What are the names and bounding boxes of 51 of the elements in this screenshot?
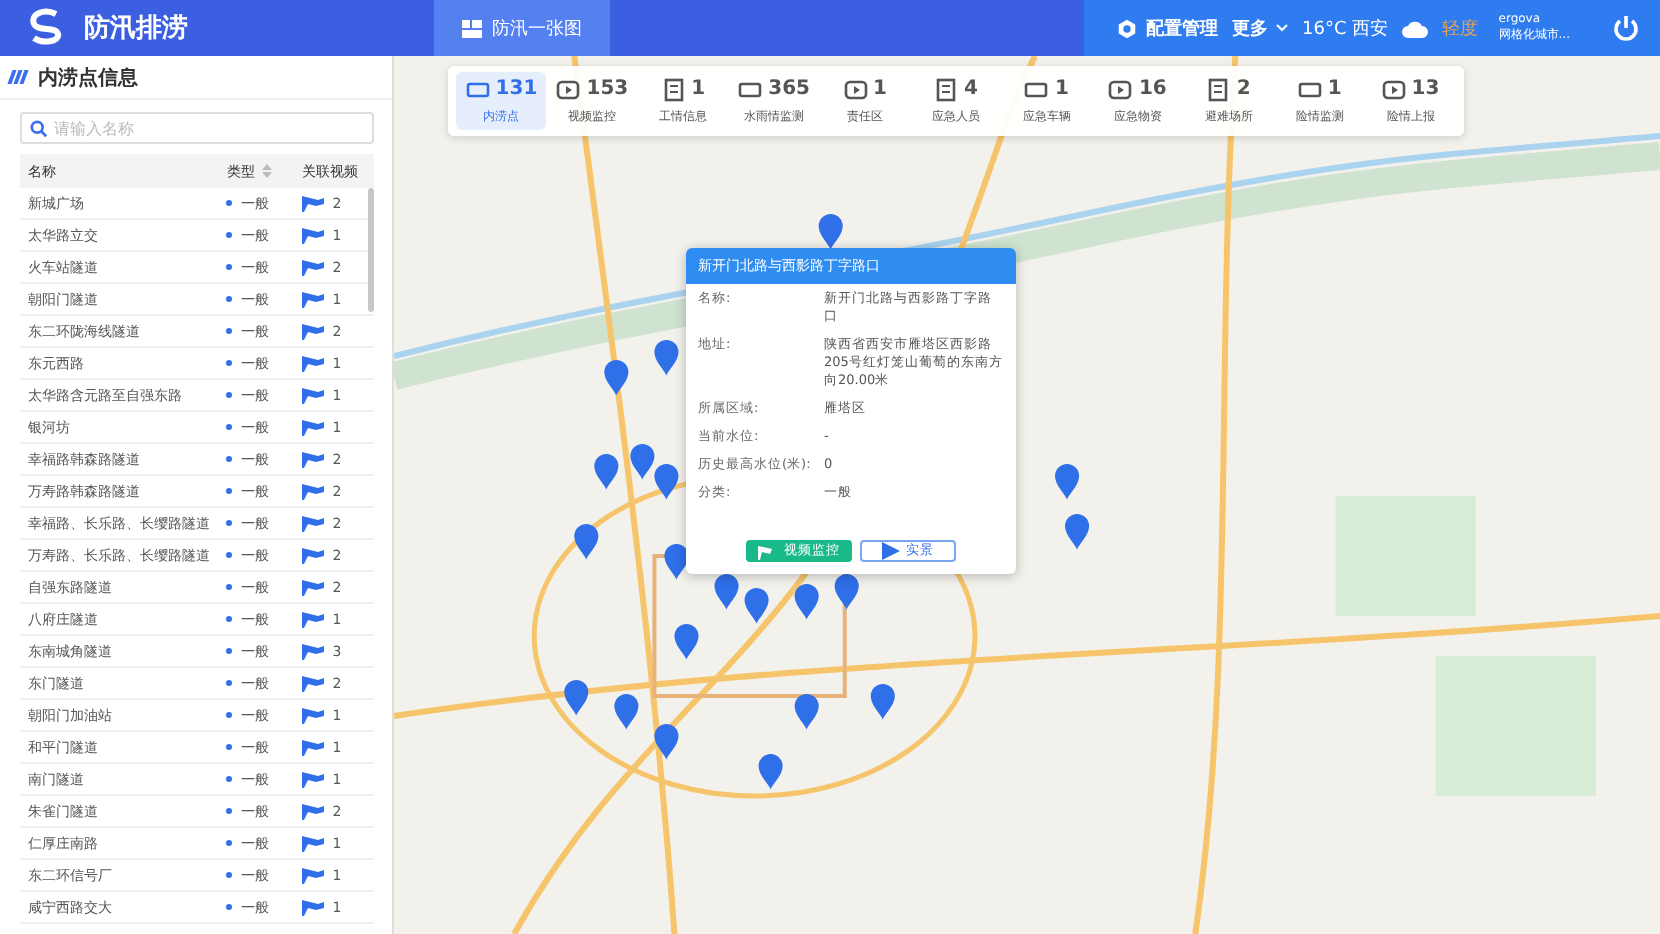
category-icon (1108, 77, 1133, 101)
app-title: 防汛排涝 (84, 12, 188, 46)
caret-icon (1276, 24, 1288, 32)
power-button[interactable] (1612, 14, 1640, 42)
dot-icon (226, 488, 233, 494)
dot-icon (226, 584, 233, 590)
category-icon (1381, 77, 1406, 101)
dot-icon (226, 744, 233, 750)
gear-icon (1116, 17, 1138, 39)
category-icon (556, 77, 581, 101)
dot-icon (226, 328, 233, 334)
category-icon (843, 77, 868, 101)
dot-icon (226, 360, 233, 366)
dot-icon (226, 552, 233, 558)
category-icon (661, 77, 686, 101)
dot-icon (226, 456, 233, 462)
dot-icon (226, 872, 233, 878)
dot-icon (226, 680, 233, 686)
stripes-icon (10, 70, 26, 84)
panel-title: 内涝点信息 (38, 65, 138, 91)
more-menu[interactable]: 更多 (1232, 15, 1288, 41)
config-button[interactable]: 配置管理 (1116, 15, 1218, 41)
grid-icon (462, 19, 482, 37)
dot-icon (226, 392, 233, 398)
dot-icon (226, 904, 233, 910)
search-icon (30, 120, 48, 138)
dot-icon (226, 296, 233, 302)
air-quality-text: 轻度 (1442, 17, 1479, 41)
dot-icon (226, 520, 233, 526)
search-field[interactable]: 请输入名称 (20, 112, 374, 144)
dot-icon (226, 232, 233, 238)
category-icon (465, 77, 490, 101)
dot-icon (226, 712, 233, 718)
dot-icon (226, 264, 233, 270)
dot-icon (226, 808, 233, 814)
category-icon (738, 77, 763, 101)
dot-icon (226, 776, 233, 782)
category-icon (1297, 77, 1322, 101)
category-icon (1024, 77, 1049, 101)
dot-icon (226, 648, 233, 654)
dot-icon (226, 840, 233, 846)
weather-text: 16°C 西安 (1302, 17, 1389, 41)
dot-icon (226, 424, 233, 430)
category-icon (934, 77, 958, 101)
scrollbar (368, 188, 374, 312)
dot-icon (226, 200, 233, 206)
dot-icon (226, 616, 233, 622)
play-icon (882, 542, 900, 560)
cloud-icon (1402, 19, 1429, 37)
nav-tab[interactable]: 防汛一张图 (434, 0, 610, 56)
category-icon (1206, 77, 1231, 101)
